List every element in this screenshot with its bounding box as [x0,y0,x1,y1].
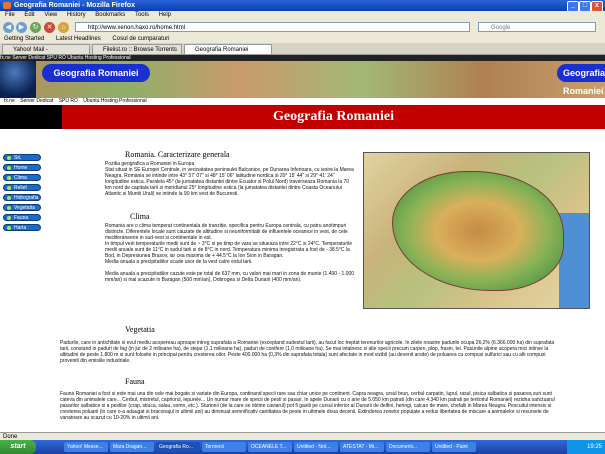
host-link[interactable]: fx.ne [4,98,15,104]
status-bar: Done [0,432,605,440]
menu-home[interactable]: Home [3,164,41,171]
taskbar-item[interactable]: Untitled - Paint [432,442,476,452]
search-box[interactable]: Google [478,22,596,32]
section-heading: Clima [130,212,150,221]
menu-bookmarks[interactable]: Bookmarks [95,12,125,18]
menu-bar: File Edit View History Bookmarks Tools H… [0,11,605,20]
bullet-icon [7,216,11,220]
taskbar-item[interactable]: Mara Dragan... [110,442,154,452]
bullet-icon [7,226,11,230]
forward-icon[interactable]: ▶ [16,22,27,33]
site-badge[interactable]: Geografia Romaniei [42,64,150,82]
bullet-icon [7,186,11,190]
tab-bar: Yahoo! Mail - ciufulici_68@yahoo.c... Fi… [0,43,605,63]
taskbar-item[interactable]: Geografia Ro... [156,442,200,452]
bullet-icon [7,196,11,200]
bullet-icon [7,156,11,160]
window-title: Geografia Romaniei - Mozilla Firefox [14,2,135,9]
menu-fauna[interactable]: Fauna [3,214,41,221]
section-heading: Romania. Caracterizare generala [125,150,230,159]
title-bar: Geografia Romaniei - Mozilla Firefox _ □… [0,0,605,12]
section-heading: Vegetatia [125,325,155,334]
bullet-icon [7,176,11,180]
navigation-toolbar: ◀ ▶ ↻ ✕ ⌂ http://www.xenon.haxo.ro/home.… [0,20,605,36]
menu-harta[interactable]: Harta detaliata [3,224,41,238]
menu-tools[interactable]: Tools [135,12,149,18]
section-text: Pozitia geografica a Romaniei in Europa … [105,161,354,197]
menu-vegetatia[interactable]: Vegetatia [3,204,41,211]
bullet-icon [7,206,11,210]
taskbar-item[interactable]: Termenii [202,442,246,452]
bookmark-cos[interactable]: Cosul de cumparaturi [112,36,169,42]
menu-clima[interactable]: Clima [3,174,41,181]
back-icon[interactable]: ◀ [3,22,14,33]
taskbar-item[interactable]: OCEANELE T... [248,442,292,452]
section-text: Padurile, care in antichitate si evul me… [60,340,555,364]
site-badge-repeat[interactable]: Geografia Romaniei [557,64,605,96]
bookmark-latest-headlines[interactable]: Latest Headlines [56,36,101,42]
map-romania [392,171,564,291]
menu-help[interactable]: Help [159,12,171,18]
tab-yahoo-mail[interactable]: Yahoo! Mail - ciufulici_68@yahoo.c... [2,44,90,63]
tab-filelist[interactable]: Filelist.ro :: Browse Torrents [92,44,182,54]
menu-statistice[interactable]: Sit. Statistice [3,154,41,168]
bookmark-getting-started[interactable]: Getting Started [4,36,44,42]
taskbar-item[interactable]: Yahoo! Messe... [64,442,108,452]
menu-view[interactable]: View [44,12,57,18]
bullet-icon [7,166,11,170]
romania-map-image [363,152,590,309]
stop-icon[interactable]: ✕ [44,22,55,33]
address-bar[interactable]: http://www.xenon.haxo.ro/home.html [75,22,470,32]
home-icon[interactable]: ⌂ [58,22,69,33]
clock: 19:25 [567,440,605,454]
tab-geografia[interactable]: Geografia Romaniei [184,44,272,54]
section-heading: Fauna [125,377,145,386]
bookmarks-toolbar: Getting Started Latest Headlines Cosul d… [0,35,605,43]
host-link[interactable]: Ubuntu Hosting Professional [83,98,146,104]
reload-icon[interactable]: ↻ [30,22,41,33]
menu-edit[interactable]: Edit [24,12,34,18]
page-title: Geografia Romaniei [273,109,394,124]
page-content: fx.ne Server Dedicat SPU RO Ubuntu Hosti… [0,55,605,432]
section-text: Fauna Romaniei a fost si este mai una di… [60,391,555,421]
firefox-icon [3,2,11,9]
taskbar-item[interactable]: Untitled - Not... [294,442,338,452]
taskbar-item[interactable]: ATESTAT - Mi... [340,442,384,452]
menu-history[interactable]: History [67,12,86,18]
menu-file[interactable]: File [5,12,15,18]
host-link[interactable]: SPU RO [59,98,78,104]
globe-image [0,55,36,98]
menu-hidrografia[interactable]: Hidrografia [3,194,41,201]
taskbar: start Yahoo! Messe... Mara Dragan... Geo… [0,440,605,454]
section-text: Romania are o clima temperat continental… [105,223,355,283]
host-bar-top: fx.ne Server Dedicat SPU RO Ubuntu Hosti… [0,55,605,61]
taskbar-item[interactable]: Documenti... [386,442,430,452]
menu-relief[interactable]: Relief [3,184,41,191]
host-link[interactable]: Server Dedicat [20,98,53,104]
start-button[interactable]: start [0,440,36,454]
